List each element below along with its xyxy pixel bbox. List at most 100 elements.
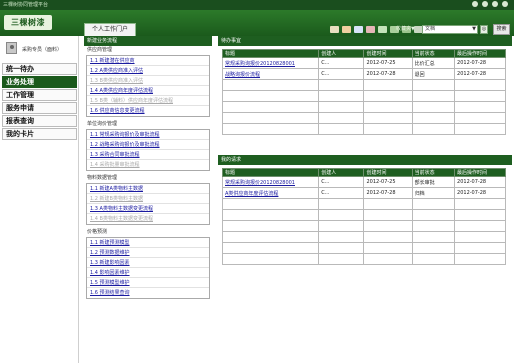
empty-row <box>221 231 506 243</box>
sidebar-item[interactable]: 业务处理 <box>2 76 77 88</box>
empty-row <box>221 79 506 91</box>
table-cell <box>363 101 413 113</box>
table-row[interactable]: 战略询报价流程 C... 2012-07-28 退回 2012-07-28 <box>221 68 506 80</box>
sidebar-item[interactable]: 统一待办 <box>2 63 77 75</box>
table-cell: 2012-07-28 <box>363 68 413 80</box>
table-cell <box>318 79 365 91</box>
table-cell: C... <box>318 57 365 69</box>
process-link[interactable]: 1.1 常规采购询报价及审批流程 <box>87 130 209 140</box>
process-link[interactable]: 1.2 新建B类物料主数据 <box>87 194 209 204</box>
help-icon[interactable] <box>492 1 498 7</box>
work-panel: 待办事宜 标题 创建人 创建时间 当前状态 最后操作时间 常规采购询报价201208280… <box>218 36 512 363</box>
home-icon[interactable] <box>472 1 478 7</box>
favorites-select[interactable]: 收藏夹▼ <box>396 25 416 34</box>
sidebar-item[interactable]: 报表查询 <box>2 115 77 127</box>
process-link[interactable]: 1.2 预测数据维护 <box>87 248 209 258</box>
table-cell <box>411 198 456 210</box>
empty-row <box>221 242 506 254</box>
empty-row <box>221 220 506 232</box>
table-cell <box>221 198 320 210</box>
dropdown-arrow-icon[interactable]: ▼ <box>472 26 476 33</box>
table-cell: 部长审批 <box>411 176 456 188</box>
table-cell <box>318 253 365 265</box>
search-submit-button[interactable]: 搜索 <box>493 24 510 35</box>
table-cell <box>411 253 456 265</box>
process-link[interactable]: 1.2 战略采购询报价及审批流程 <box>87 140 209 150</box>
process-link[interactable]: 1.6 预测结果查询 <box>87 288 209 298</box>
table-cell <box>318 220 365 232</box>
toolbar-icon[interactable] <box>342 26 351 33</box>
row-title-link[interactable]: 常规采购询报价20120828001 <box>221 57 320 69</box>
column-header: 创建时间 <box>363 168 413 177</box>
process-link[interactable]: 1.1 新建A类物料主数据 <box>87 184 209 194</box>
table-cell: C... <box>318 187 365 199</box>
section-title: 单位询价管理 <box>87 121 118 127</box>
section-title: 价格预测 <box>87 229 108 235</box>
table-cell <box>221 79 320 91</box>
toolbar-icon[interactable] <box>354 26 363 33</box>
refresh-icon[interactable] <box>482 1 488 7</box>
tab-personal-portal[interactable]: 个人工作门户 <box>84 23 136 36</box>
panel-title-requests: 我的请求 <box>218 155 512 165</box>
table-cell <box>221 123 320 135</box>
table-cell <box>363 242 413 254</box>
process-link[interactable]: 1.2 A类供应商准入评估 <box>87 66 209 76</box>
process-link[interactable]: 1.6 供应商信息变更流程 <box>87 106 209 116</box>
search-icon[interactable]: ◎ <box>480 25 488 34</box>
new-process-panel: 新建业务流程 供应商管理 1.1 新建潜在供应商 1.2 A类供应商准入评估 1.3 … <box>84 36 212 363</box>
table-cell <box>221 253 320 265</box>
column-header: 创建时间 <box>363 49 413 58</box>
sidebar-item[interactable]: 我的卡片 <box>2 128 77 140</box>
table-row[interactable]: A类供应商年度评估流程 C... 2012-07-28 归档 2012-07-28 <box>221 187 506 199</box>
empty-row <box>221 198 506 210</box>
table-row[interactable]: 常规采购询报价20120828001 C... 2012-07-25 比价汇总 2012… <box>221 57 506 69</box>
process-link[interactable]: 1.4 B类物料主数据变更流程 <box>87 214 209 224</box>
toolbar-icon[interactable] <box>378 26 387 33</box>
table-cell <box>411 112 456 124</box>
table-cell <box>411 90 456 102</box>
search-input[interactable]: 文档 ▼ <box>422 25 478 34</box>
row-title-link[interactable]: 常规采购询报价20120828001 <box>221 176 320 188</box>
table-cell <box>318 112 365 124</box>
table-row[interactable]: 常规采购询报价20120828001 C... 2012-07-25 部长审批 2012… <box>221 176 506 188</box>
row-title-link[interactable]: 战略询报价流程 <box>221 68 320 80</box>
table-cell: 退回 <box>411 68 456 80</box>
sidebar-item[interactable]: 工作管理 <box>2 89 77 101</box>
table-cell <box>318 231 365 243</box>
table-cell <box>318 198 365 210</box>
process-link[interactable]: 1.5 B类（辅料）供应商年度评估流程 <box>87 96 209 106</box>
row-title-link[interactable]: A类供应商年度评估流程 <box>221 187 320 199</box>
table-cell <box>363 253 413 265</box>
empty-row <box>221 253 506 265</box>
process-link[interactable]: 1.4 影响因素维护 <box>87 268 209 278</box>
process-link[interactable]: 1.3 B类供应商准入评估 <box>87 76 209 86</box>
section-title: 物料数据管理 <box>87 175 118 181</box>
column-header: 创建人 <box>318 168 365 177</box>
process-list: 1.1 新建预测模型 1.2 预测数据维护 1.3 新建影响因素 1.4 影响因素维护… <box>86 237 210 299</box>
process-list: 1.1 新建A类物料主数据 1.2 新建B类物料主数据 1.3 A类物料主数据变更流… <box>86 183 210 225</box>
table-cell <box>454 101 506 113</box>
column-header: 当前状态 <box>411 168 456 177</box>
process-link[interactable]: 1.5 预测模型维护 <box>87 278 209 288</box>
process-link[interactable]: 1.3 新建影响因素 <box>87 258 209 268</box>
process-link[interactable]: 1.3 采购合同审批流程 <box>87 150 209 160</box>
main-menu: 统一待办 业务处理 工作管理 服务申请 报表查询 我的卡片 <box>2 63 77 141</box>
sidebar-item[interactable]: 服务申请 <box>2 102 77 114</box>
process-link[interactable]: 1.4 采购批量审批流程 <box>87 160 209 170</box>
empty-row <box>221 112 506 124</box>
left-sidebar: 采购专员（面料） 统一待办 业务处理 工作管理 服务申请 报表查询 我的卡片 <box>0 36 79 363</box>
close-icon[interactable] <box>502 1 508 7</box>
table-cell <box>221 231 320 243</box>
process-link[interactable]: 1.3 A类物料主数据变更流程 <box>87 204 209 214</box>
table-cell <box>454 79 506 91</box>
process-link[interactable]: 1.1 新建预测模型 <box>87 238 209 248</box>
table-cell <box>454 123 506 135</box>
toolbar-icon[interactable] <box>366 26 375 33</box>
table-cell: 2012-07-25 <box>363 176 413 188</box>
column-header: 创建人 <box>318 49 365 58</box>
process-link[interactable]: 1.1 新建潜在供应商 <box>87 56 209 66</box>
process-link[interactable]: 1.4 A类供应商年度评估流程 <box>87 86 209 96</box>
process-list: 1.1 新建潜在供应商 1.2 A类供应商准入评估 1.3 B类供应商准入评估 1.4… <box>86 55 210 117</box>
table-cell: C... <box>318 68 365 80</box>
toolbar-icon[interactable] <box>330 26 339 33</box>
